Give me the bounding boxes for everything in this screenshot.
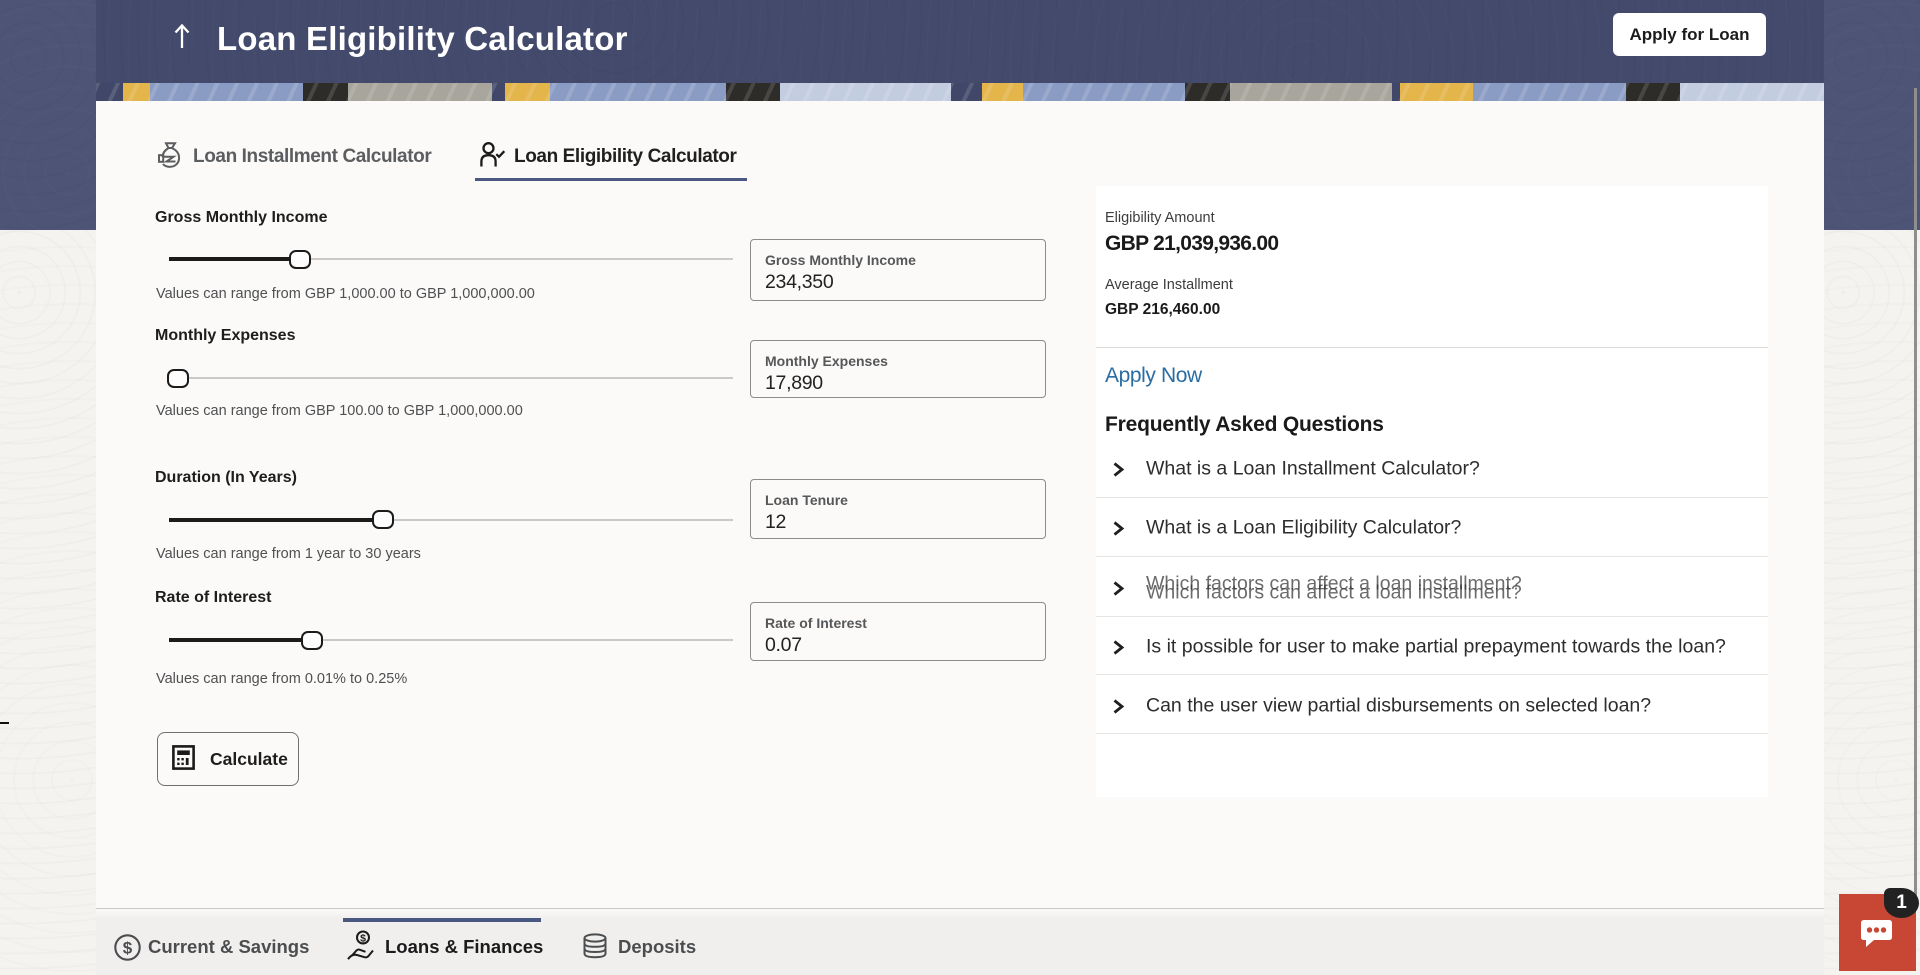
svg-text:$: $ xyxy=(123,939,133,958)
svg-text:$: $ xyxy=(360,932,366,944)
